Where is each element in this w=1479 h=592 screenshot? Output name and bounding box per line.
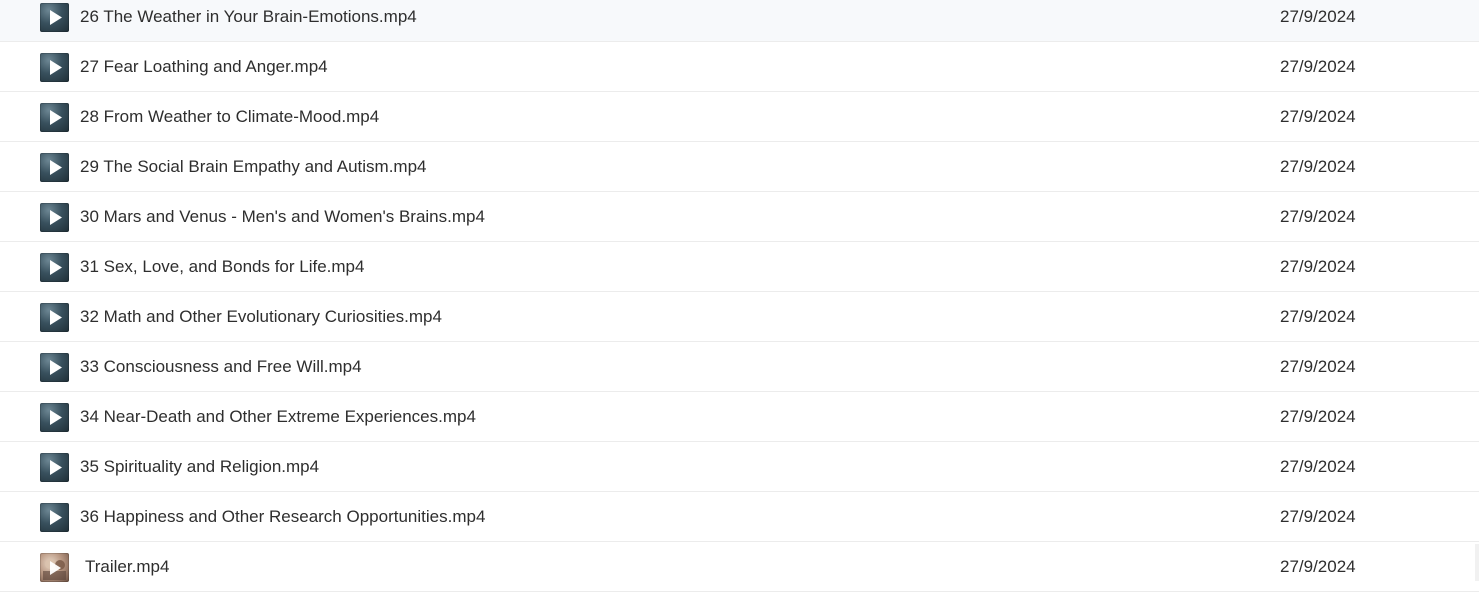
video-thumbnail-icon	[40, 203, 69, 232]
file-date: 27/9/2024	[1280, 357, 1356, 376]
video-thumbnail-icon	[40, 353, 69, 382]
file-name: 26 The Weather in Your Brain-Emotions.mp…	[80, 7, 417, 26]
video-thumbnail-icon	[40, 503, 69, 532]
file-name: 33 Consciousness and Free Will.mp4	[80, 357, 362, 376]
file-date: 27/9/2024	[1280, 207, 1356, 226]
file-list: 26 The Weather in Your Brain-Emotions.mp…	[0, 0, 1479, 592]
file-name: 35 Spirituality and Religion.mp4	[80, 457, 320, 476]
file-row[interactable]: 29 The Social Brain Empathy and Autism.m…	[0, 142, 1479, 192]
file-date: 27/9/2024	[1280, 457, 1356, 476]
trailer-thumbnail-icon	[40, 553, 69, 582]
video-thumbnail-icon	[40, 103, 69, 132]
video-thumbnail-icon	[40, 153, 69, 182]
file-name: 31 Sex, Love, and Bonds for Life.mp4	[80, 257, 365, 276]
file-date: 27/9/2024	[1280, 407, 1356, 426]
file-row[interactable]: 32 Math and Other Evolutionary Curiositi…	[0, 292, 1479, 342]
file-date: 27/9/2024	[1280, 107, 1356, 126]
file-date: 27/9/2024	[1280, 157, 1356, 176]
file-name: 27 Fear Loathing and Anger.mp4	[80, 57, 328, 76]
video-thumbnail-icon	[40, 453, 69, 482]
file-row[interactable]: 31 Sex, Love, and Bonds for Life.mp4 27/…	[0, 242, 1479, 292]
file-row[interactable]: 27 Fear Loathing and Anger.mp4 27/9/2024	[0, 42, 1479, 92]
file-row[interactable]: 30 Mars and Venus - Men's and Women's Br…	[0, 192, 1479, 242]
file-name: 32 Math and Other Evolutionary Curiositi…	[80, 307, 442, 326]
file-date: 27/9/2024	[1280, 307, 1356, 326]
file-date: 27/9/2024	[1280, 507, 1356, 526]
file-name: 29 The Social Brain Empathy and Autism.m…	[80, 157, 427, 176]
video-thumbnail-icon	[40, 303, 69, 332]
file-row[interactable]: 35 Spirituality and Religion.mp4 27/9/20…	[0, 442, 1479, 492]
file-name: Trailer.mp4	[85, 557, 170, 576]
file-date: 27/9/2024	[1280, 7, 1356, 26]
file-name: 30 Mars and Venus - Men's and Women's Br…	[80, 207, 485, 226]
video-thumbnail-icon	[40, 403, 69, 432]
file-row[interactable]: Trailer.mp4 27/9/2024	[0, 542, 1479, 592]
file-row[interactable]: 26 The Weather in Your Brain-Emotions.mp…	[0, 0, 1479, 42]
file-date: 27/9/2024	[1280, 57, 1356, 76]
file-date: 27/9/2024	[1280, 557, 1356, 576]
video-thumbnail-icon	[40, 253, 69, 282]
file-name: 28 From Weather to Climate-Mood.mp4	[80, 107, 380, 126]
file-row[interactable]: 36 Happiness and Other Research Opportun…	[0, 492, 1479, 542]
file-row[interactable]: 33 Consciousness and Free Will.mp4 27/9/…	[0, 342, 1479, 392]
file-row[interactable]: 34 Near-Death and Other Extreme Experien…	[0, 392, 1479, 442]
file-name: 36 Happiness and Other Research Opportun…	[80, 507, 486, 526]
video-thumbnail-icon	[40, 53, 69, 82]
file-name: 34 Near-Death and Other Extreme Experien…	[80, 407, 476, 426]
scrollbar-track[interactable]	[1475, 544, 1479, 581]
file-row[interactable]: 28 From Weather to Climate-Mood.mp4 27/9…	[0, 92, 1479, 142]
file-date: 27/9/2024	[1280, 257, 1356, 276]
video-thumbnail-icon	[40, 3, 69, 32]
